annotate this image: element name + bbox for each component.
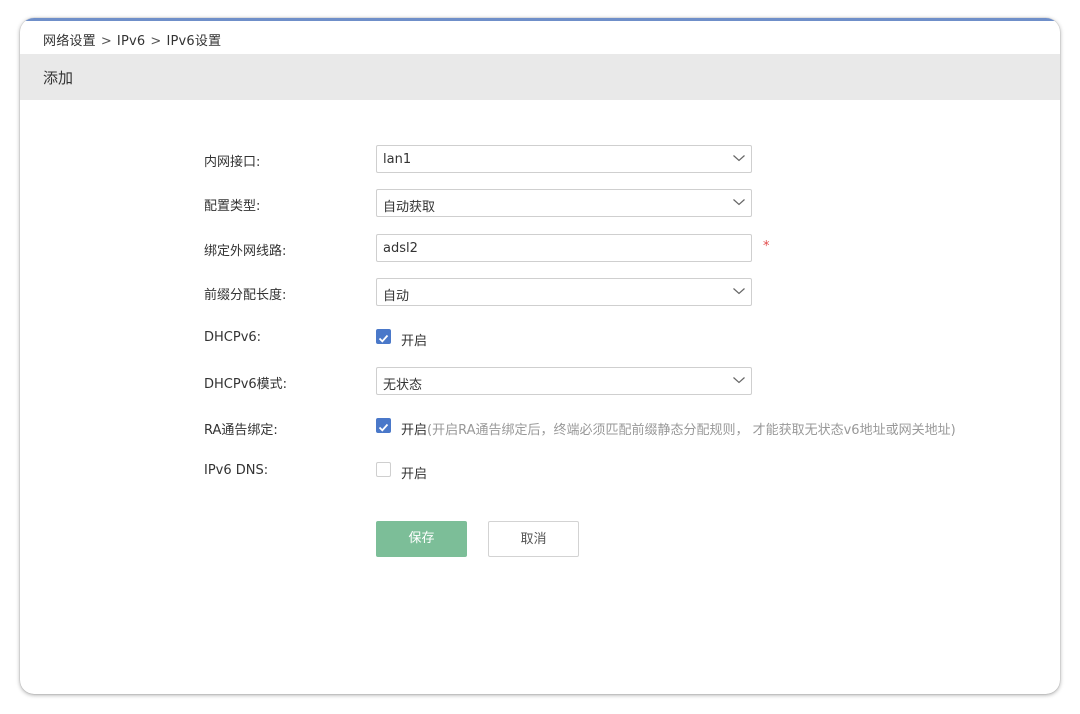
- dhcpv6-mode-label: DHCPv6模式:: [204, 377, 288, 392]
- required-mark: *: [763, 239, 770, 254]
- ipv6-dns-label: IPv6 DNS:: [204, 463, 269, 478]
- lan-interface-value: lan1: [383, 152, 412, 167]
- form-row-lan-interface: 内网接口: lan1: [20, 145, 1060, 175]
- bind-wan-line-input-wrap: [376, 234, 752, 262]
- app-window: 网络设置 > IPv6 > IPv6设置 添加 内网接口: lan1 配置类型: 自动获…: [20, 18, 1060, 694]
- form-row-config-type: 配置类型: 自动获取: [20, 189, 1060, 219]
- prefix-length-select[interactable]: 自动: [376, 278, 752, 306]
- dhcpv6-mode-select[interactable]: 无状态: [376, 367, 752, 395]
- ra-bind-hint: (开启RA通告绑定后，终端必须匹配前缀静态分配规则， 才能获取无状态v6地址或网…: [427, 423, 956, 438]
- dhcpv6-mode-value: 无状态: [383, 378, 423, 393]
- bind-wan-line-label: 绑定外网线路:: [204, 244, 287, 259]
- config-type-select[interactable]: 自动获取: [376, 189, 752, 217]
- ipv6-dns-option-label[interactable]: 开启: [401, 463, 427, 482]
- window-accent-bar: [20, 18, 1060, 21]
- chevron-down-icon: [733, 377, 745, 384]
- dhcpv6-checkbox[interactable]: [376, 329, 391, 344]
- form-row-ipv6-dns: IPv6 DNS: 开启: [20, 458, 1060, 488]
- prefix-length-value: 自动: [383, 289, 410, 304]
- config-type-value: 自动获取: [383, 200, 436, 215]
- lan-interface-select[interactable]: lan1: [376, 145, 752, 173]
- lan-interface-label: 内网接口:: [204, 155, 261, 170]
- breadcrumb-item-ipv6-settings: IPv6设置: [166, 34, 222, 49]
- chevron-down-icon: [733, 288, 745, 295]
- section-header: 添加: [20, 54, 1060, 100]
- form-row-prefix-length: 前缀分配长度: 自动: [20, 278, 1060, 308]
- ipv6-dns-checkbox[interactable]: [376, 462, 391, 477]
- ra-bind-checkbox[interactable]: [376, 418, 391, 433]
- check-icon: [378, 423, 389, 432]
- breadcrumb-separator: >: [150, 34, 162, 49]
- bind-wan-line-input[interactable]: [377, 235, 751, 261]
- form-row-dhcpv6-mode: DHCPv6模式: 无状态: [20, 367, 1060, 397]
- dhcpv6-label: DHCPv6:: [204, 330, 262, 345]
- save-button[interactable]: 保存: [376, 521, 467, 557]
- ra-bind-label: RA通告绑定:: [204, 423, 278, 438]
- chevron-down-icon: [733, 155, 745, 162]
- config-type-label: 配置类型:: [204, 199, 261, 214]
- check-icon: [378, 334, 389, 343]
- breadcrumb: 网络设置 > IPv6 > IPv6设置: [43, 30, 221, 49]
- form-row-ra-bind: RA通告绑定: 开启 (开启RA通告绑定后，终端必须匹配前缀静态分配规则， 才能…: [20, 414, 1060, 444]
- ra-bind-option-label[interactable]: 开启: [401, 419, 427, 438]
- breadcrumb-item-ipv6[interactable]: IPv6: [117, 34, 145, 49]
- dhcpv6-option-label[interactable]: 开启: [401, 330, 427, 349]
- prefix-length-label: 前缀分配长度:: [204, 288, 287, 303]
- breadcrumb-separator: >: [100, 34, 112, 49]
- form-row-bind-wan-line: 绑定外网线路: *: [20, 234, 1060, 264]
- chevron-down-icon: [733, 199, 745, 206]
- section-title: 添加: [43, 69, 74, 87]
- cancel-button[interactable]: 取消: [488, 521, 579, 557]
- breadcrumb-item-network-settings[interactable]: 网络设置: [43, 34, 96, 49]
- form-row-dhcpv6: DHCPv6: 开启: [20, 325, 1060, 355]
